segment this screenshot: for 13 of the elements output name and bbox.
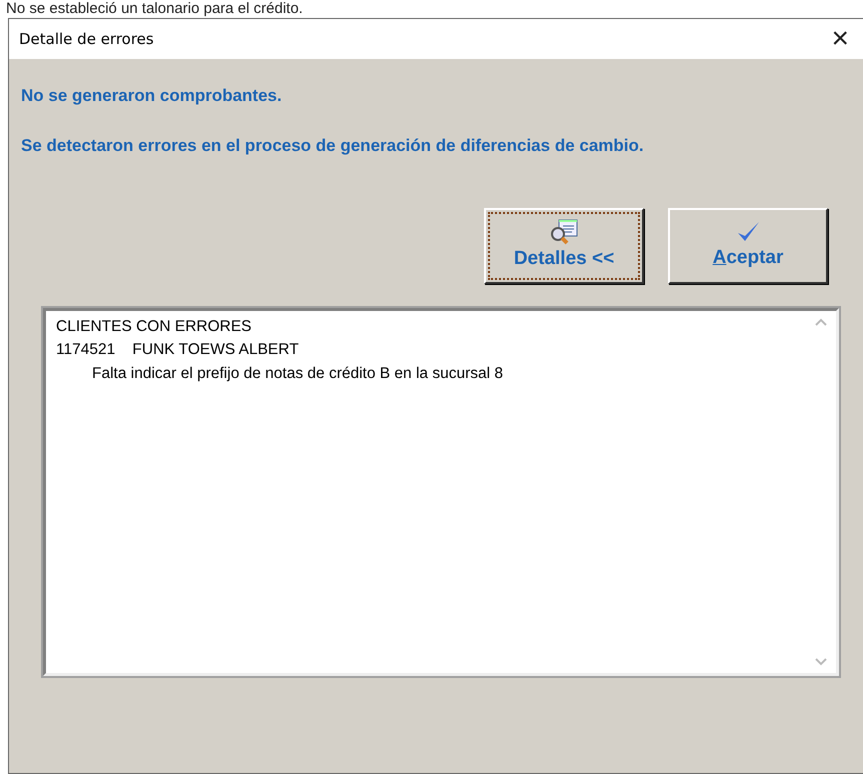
detail-line: 1174521 FUNK TOEWS ALBERT (56, 340, 300, 360)
detail-line: Falta indicar el prefijo de notas de crédito B en la sucursal 8 (91, 364, 504, 384)
window-title: Detalle de errores (19, 28, 154, 50)
scroll-down-icon[interactable] (814, 657, 828, 667)
detail-line: CLIENTES CON ERRORES (56, 317, 253, 337)
message-text: No se generaron comprobantes. (21, 85, 283, 107)
scroll-up-icon[interactable] (814, 317, 828, 327)
message-text: Se detectaron errores en el proceso de generación de diferencias de cambio. (21, 134, 645, 157)
background-window-text: No se estableció un talonario para el crédito. (5, 0, 304, 18)
details-button[interactable]: Detalles << (484, 208, 644, 284)
close-button[interactable]: × (827, 24, 853, 54)
magnifier-document-icon (549, 218, 579, 245)
accept-button[interactable]: Aceptar (668, 208, 828, 284)
